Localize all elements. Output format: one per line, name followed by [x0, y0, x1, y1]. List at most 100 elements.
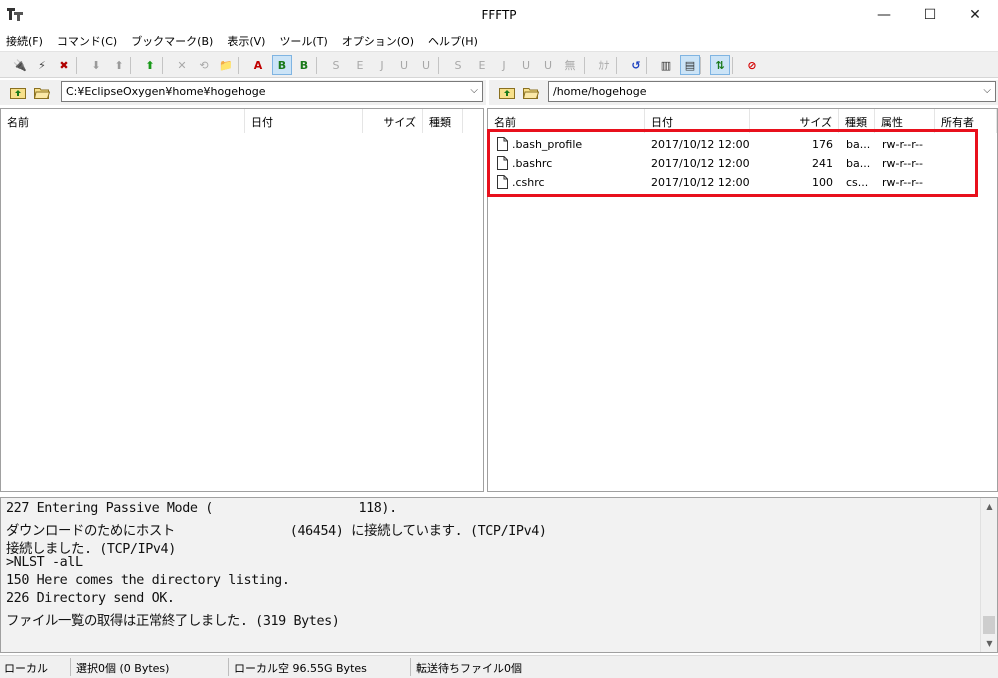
kanji-euc-remote-button[interactable]: E [472, 55, 492, 75]
scroll-down-icon[interactable]: ▼ [981, 635, 998, 652]
toolbar-separator [76, 57, 77, 74]
minimize-icon: — [877, 7, 891, 23]
binary-mode-icon: B [277, 58, 287, 72]
toolbar-separator [162, 57, 163, 74]
kanji-none-button[interactable]: 無 [560, 55, 580, 75]
minimize-button[interactable]: — [861, 0, 907, 30]
kanji-jis-button[interactable]: J [372, 55, 392, 75]
log-line: ファイル一覧の取得は正常終了しました. (319 Bytes) [6, 614, 340, 629]
kanji-jis-remote-button[interactable]: J [494, 55, 514, 75]
local-parent-dir-button[interactable] [8, 83, 28, 101]
toolbar: 🔌 ⚡ ✖ ⬇ ⬆ ⬆ ✕ ⟲ 📁 A B B S E J U U S E J U U 無ｶﾅ ↺ ▥ ▤ ⇅ ⊘ [0, 51, 998, 78]
mkdir-button[interactable]: 📁 [216, 55, 236, 75]
rename-icon: ⟲ [199, 58, 209, 72]
menu-connect[interactable]: 接続(F) [0, 30, 50, 50]
toolbar-separator [130, 57, 131, 74]
toolbar-separator [316, 57, 317, 74]
remote-parent-dir-button[interactable] [497, 83, 517, 101]
delete-button[interactable]: ✕ [172, 55, 192, 75]
log-line: 227 Entering Passive Mode ( 118). [6, 501, 397, 516]
kanji-jis-icon: J [380, 58, 384, 72]
local-path-value: C:¥EclipseOxygen¥home¥hogehoge [66, 85, 266, 98]
remote-path-combo[interactable]: /home/hogehoge ⌵ [548, 81, 996, 102]
local-open-folder-button[interactable] [32, 83, 52, 101]
menu-options[interactable]: オプション(O) [335, 30, 421, 50]
local-col-date[interactable]: 日付 [245, 109, 363, 133]
kanji-utf8-button[interactable]: U [394, 55, 414, 75]
refresh-icon: ↺ [631, 58, 641, 72]
kanji-utf8bom-icon: U [421, 58, 431, 72]
kanji-jis-remote-icon: J [502, 58, 506, 72]
kanji-euc-button[interactable]: E [350, 55, 370, 75]
log-line: >NLST -alL [6, 555, 83, 570]
list-view-button[interactable]: ▥ [656, 55, 676, 75]
log-panel: 227 Entering Passive Mode ( 118). ダウンロード… [0, 497, 998, 653]
local-file-list[interactable]: 名前 日付 サイズ 種類 [0, 108, 484, 492]
kanji-utf8-remote-icon: U [521, 58, 531, 72]
maximize-icon: ☐ [923, 7, 937, 23]
folder-up-icon [499, 87, 515, 99]
log-line: 226 Directory send OK. [6, 591, 175, 606]
mkdir-icon: 📁 [219, 58, 233, 72]
delete-icon: ✕ [177, 58, 187, 72]
kana-convert-button[interactable]: ｶﾅ [594, 55, 614, 75]
kanji-utf8bom-remote-button[interactable]: U [538, 55, 558, 75]
maximize-button[interactable]: ☐ [907, 0, 953, 30]
menu-tools[interactable]: ツール(T) [272, 30, 334, 50]
sync-dirs-icon: ⇅ [715, 58, 725, 72]
stop-button[interactable]: ⊘ [742, 55, 762, 75]
kanji-sjis-remote-button[interactable]: S [448, 55, 468, 75]
binary-mode-button[interactable]: B [272, 55, 292, 75]
detail-view-icon: ▤ [684, 58, 696, 72]
quick-connect-button[interactable]: ⚡ [32, 55, 52, 75]
menu-bar: 接続(F) コマンド(C) ブックマーク(B) 表示(V) ツール(T) オプシ… [0, 30, 998, 50]
detail-view-button[interactable]: ▤ [680, 55, 700, 75]
mirror-upload-icon: ⬆ [145, 58, 155, 72]
menu-help[interactable]: ヘルプ(H) [421, 30, 485, 50]
refresh-button[interactable]: ↺ [626, 55, 646, 75]
scroll-up-icon[interactable]: ▲ [981, 498, 998, 515]
remote-open-folder-button[interactable] [521, 83, 541, 101]
auto-mode-button[interactable]: B [294, 55, 314, 75]
kanji-utf8-remote-button[interactable]: U [516, 55, 536, 75]
local-col-type[interactable]: 種類 [423, 109, 463, 133]
kanji-euc-remote-icon: E [478, 58, 486, 72]
chevron-down-icon[interactable]: ⌵ [983, 85, 991, 96]
kanji-utf8bom-button[interactable]: U [416, 55, 436, 75]
log-scrollbar[interactable]: ▲ ▼ [980, 498, 997, 652]
scroll-thumb[interactable] [983, 616, 995, 634]
download-button[interactable]: ⬇ [86, 55, 106, 75]
menu-view[interactable]: 表示(V) [220, 30, 272, 50]
toolbar-separator [646, 57, 647, 74]
menu-command[interactable]: コマンド(C) [50, 30, 124, 50]
menu-bookmark[interactable]: ブックマーク(B) [124, 30, 220, 50]
close-icon: ✕ [969, 7, 981, 23]
status-queue: 転送待ちファイル0個 [416, 662, 522, 675]
close-button[interactable]: ✕ [952, 0, 998, 30]
toolbar-separator [238, 57, 239, 74]
toolbar-separator [438, 57, 439, 74]
status-selection: 選択0個 (0 Bytes) [76, 662, 170, 675]
rename-button[interactable]: ⟲ [194, 55, 214, 75]
connect-button[interactable]: 🔌 [10, 55, 30, 75]
local-col-name[interactable]: 名前 [1, 109, 245, 133]
kanji-euc-icon: E [356, 58, 364, 72]
mirror-upload-button[interactable]: ⬆ [140, 55, 160, 75]
local-path-combo[interactable]: C:¥EclipseOxygen¥home¥hogehoge ⌵ [61, 81, 483, 102]
annotation-highlight-box [487, 129, 978, 197]
ascii-mode-button[interactable]: A [248, 55, 268, 75]
toolbar-separator [732, 57, 733, 74]
list-view-icon: ▥ [660, 58, 672, 72]
upload-button[interactable]: ⬆ [109, 55, 129, 75]
local-col-size[interactable]: サイズ [363, 109, 423, 133]
chevron-down-icon[interactable]: ⌵ [470, 85, 478, 96]
kanji-sjis-icon: S [332, 58, 340, 72]
log-line: 接続しました. (TCP/IPv4) [6, 542, 176, 557]
stop-icon: ⊘ [747, 58, 757, 72]
window-title: FFFTP [481, 8, 517, 22]
disconnect-button[interactable]: ✖ [54, 55, 74, 75]
sync-dirs-button[interactable]: ⇅ [710, 55, 730, 75]
kanji-sjis-button[interactable]: S [326, 55, 346, 75]
quick-connect-icon: ⚡ [38, 58, 46, 72]
folder-open-icon [523, 87, 539, 99]
